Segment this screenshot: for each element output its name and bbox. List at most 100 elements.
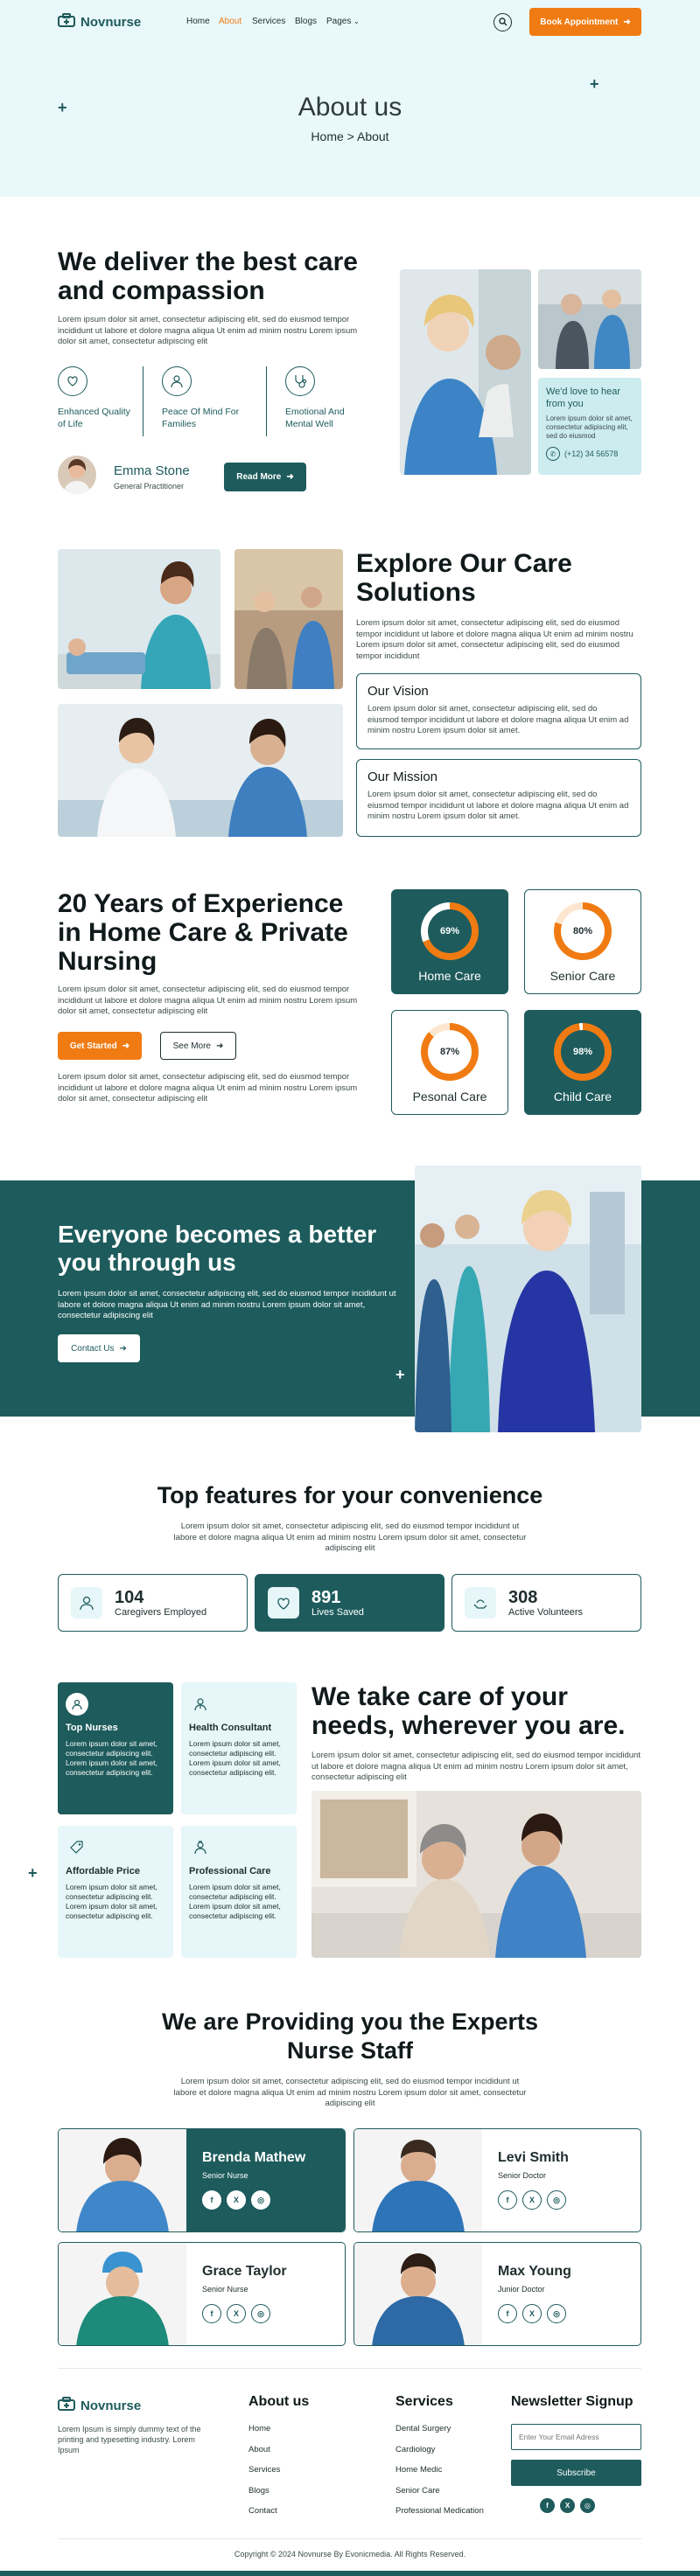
progress-gauge: 69% <box>421 902 479 960</box>
nurse-name: Grace Taylor <box>202 2264 287 2279</box>
get-started-button[interactable]: Get Started ➜ <box>58 1032 142 1060</box>
instagram-icon[interactable]: ◎ <box>547 2190 566 2210</box>
nav-services[interactable]: Services <box>252 17 285 26</box>
footer-logo[interactable]: Novnurse <box>58 2397 141 2415</box>
facebook-icon[interactable]: f <box>498 2304 517 2323</box>
x-icon[interactable]: X <box>560 2498 575 2513</box>
subscribe-button[interactable]: Subscribe <box>511 2460 641 2486</box>
nurse-role: Senior Nurse <box>202 2285 248 2294</box>
care-text: Lorem ipsum dolor sit amet, consectetur … <box>312 1751 640 1782</box>
price-tag-icon <box>66 1836 88 1859</box>
search-button[interactable] <box>494 13 512 31</box>
x-icon[interactable]: X <box>227 2304 246 2323</box>
footer-link-senior-care[interactable]: Senior Care <box>396 2486 440 2496</box>
nurse-role: Senior Doctor <box>498 2171 547 2180</box>
get-started-label: Get Started <box>69 1041 117 1051</box>
footer-link-services[interactable]: Services <box>248 2465 280 2475</box>
nurse-patient-photo <box>58 549 220 689</box>
footer-services-title: Services <box>396 2394 453 2409</box>
chevron-down-icon: ⌄ <box>354 17 360 25</box>
caregiver-icon <box>71 1587 102 1619</box>
instagram-icon[interactable]: ◎ <box>580 2498 595 2513</box>
service-card-affordable-price[interactable]: Affordable Price Lorem ipsum dolor sit a… <box>58 1826 173 1958</box>
features-text: Lorem ipsum dolor sit amet, consectetur … <box>173 1521 527 1553</box>
copyright: Copyright © 2024 Novnurse By Evonicmedia… <box>234 2550 466 2559</box>
footer-link-dental-surgery[interactable]: Dental Surgery <box>396 2424 451 2433</box>
instagram-icon[interactable]: ◎ <box>251 2190 270 2210</box>
nav-about[interactable]: About <box>219 17 242 26</box>
service-card-professional-care[interactable]: Professional Care Lorem ipsum dolor sit … <box>181 1826 297 1958</box>
nurse-badge-icon <box>66 1693 88 1716</box>
facebook-icon[interactable]: f <box>202 2304 221 2323</box>
stat-label: Caregivers Employed <box>115 1607 207 1618</box>
phone-link[interactable]: ✆ (+12) 34 56578 <box>546 447 634 461</box>
nurse-photo <box>354 2243 482 2345</box>
breadcrumb-separator: > <box>346 129 354 143</box>
contact-card: We'd love to hear from you Lorem ipsum d… <box>538 378 641 475</box>
footer-about-title: About us <box>248 2394 310 2409</box>
read-more-button[interactable]: Read More ➜ <box>224 463 306 491</box>
footer-link-home-medic[interactable]: Home Medic <box>396 2465 442 2475</box>
footer-link-contact[interactable]: Contact <box>248 2506 277 2516</box>
nurse-photo <box>59 2129 186 2231</box>
nurse-photo <box>354 2129 482 2231</box>
footer-link-cardiology[interactable]: Cardiology <box>396 2445 435 2454</box>
bottom-bar <box>0 2571 700 2576</box>
volunteer-hands-icon <box>465 1587 496 1619</box>
nav-home[interactable]: Home <box>186 17 210 26</box>
gauge-label: Child Care <box>553 1090 612 1104</box>
gauge-value: 87% <box>439 1047 460 1057</box>
nav-pages[interactable]: Pages ⌄ <box>326 17 360 26</box>
footer-link-blogs[interactable]: Blogs <box>248 2486 270 2496</box>
nurse-icon <box>162 366 192 396</box>
logo[interactable]: Novnurse <box>58 13 141 31</box>
person-role: General Practitioner <box>114 482 185 491</box>
nav-blogs[interactable]: Blogs <box>295 17 317 26</box>
doctor-consultation-photo <box>58 704 343 837</box>
arrow-right-icon: ➜ <box>215 1041 224 1051</box>
experience-title: 20 Years of Experience in Home Care & Pr… <box>58 889 348 976</box>
logo-icon <box>58 13 75 31</box>
feature-label: Emotional And Mental Well <box>285 407 345 429</box>
intro-text: Lorem ipsum dolor sit amet, consectetur … <box>58 315 358 346</box>
contact-us-button[interactable]: Contact Us ➜ <box>58 1334 140 1362</box>
footer-link-about[interactable]: About <box>248 2445 270 2454</box>
logo-text: Novnurse <box>80 2398 142 2413</box>
x-icon[interactable]: X <box>227 2190 246 2210</box>
home-care-photo <box>312 1791 641 1958</box>
facebook-icon[interactable]: f <box>540 2498 555 2513</box>
progress-gauge: 87% <box>421 1023 479 1081</box>
service-card-health-consultant[interactable]: Health Consultant Lorem ipsum dolor sit … <box>181 1682 297 1814</box>
breadcrumb-home[interactable]: Home <box>311 129 343 143</box>
see-more-button[interactable]: See More ➜ <box>160 1032 236 1060</box>
stethoscope-icon <box>285 366 315 396</box>
plus-decoration-icon: + <box>590 75 599 93</box>
mission-title: Our Mission <box>368 769 438 784</box>
nurse-role: Senior Nurse <box>202 2171 248 2180</box>
stat-label: Active Volunteers <box>508 1607 583 1618</box>
stat-number: 891 <box>312 1588 341 1607</box>
footer-link-professional-medication[interactable]: Professional Medication <box>396 2506 484 2516</box>
gauge-value: 80% <box>572 926 593 936</box>
instagram-icon[interactable]: ◎ <box>547 2304 566 2323</box>
facebook-icon[interactable]: f <box>498 2190 517 2210</box>
service-card-top-nurses[interactable]: Top Nurses Lorem ipsum dolor sit amet, c… <box>58 1682 173 1814</box>
x-icon[interactable]: X <box>522 2190 542 2210</box>
arrow-right-icon: ➜ <box>623 17 631 27</box>
newsletter-title: Newsletter Signup <box>511 2394 634 2409</box>
divider <box>266 366 267 436</box>
nurse-photo <box>59 2243 186 2345</box>
intro-title: We deliver the best care and compassion <box>58 247 358 305</box>
feature-item: Emotional And Mental Well <box>285 366 373 430</box>
hero-section: Novnurse Home About Services Blogs Pages… <box>0 0 700 197</box>
service-title: Top Nurses <box>66 1723 118 1733</box>
feature-item: Peace Of Mind For Families <box>162 366 258 430</box>
newsletter-email-input[interactable] <box>511 2424 641 2450</box>
instagram-icon[interactable]: ◎ <box>251 2304 270 2323</box>
facebook-icon[interactable]: f <box>202 2190 221 2210</box>
medical-staff-icon <box>189 1836 212 1859</box>
footer-link-home[interactable]: Home <box>248 2424 270 2433</box>
staff-title: We are Providing you the Experts Nurse S… <box>161 2009 539 2064</box>
book-appointment-button[interactable]: Book Appointment ➜ <box>529 8 641 36</box>
x-icon[interactable]: X <box>522 2304 542 2323</box>
